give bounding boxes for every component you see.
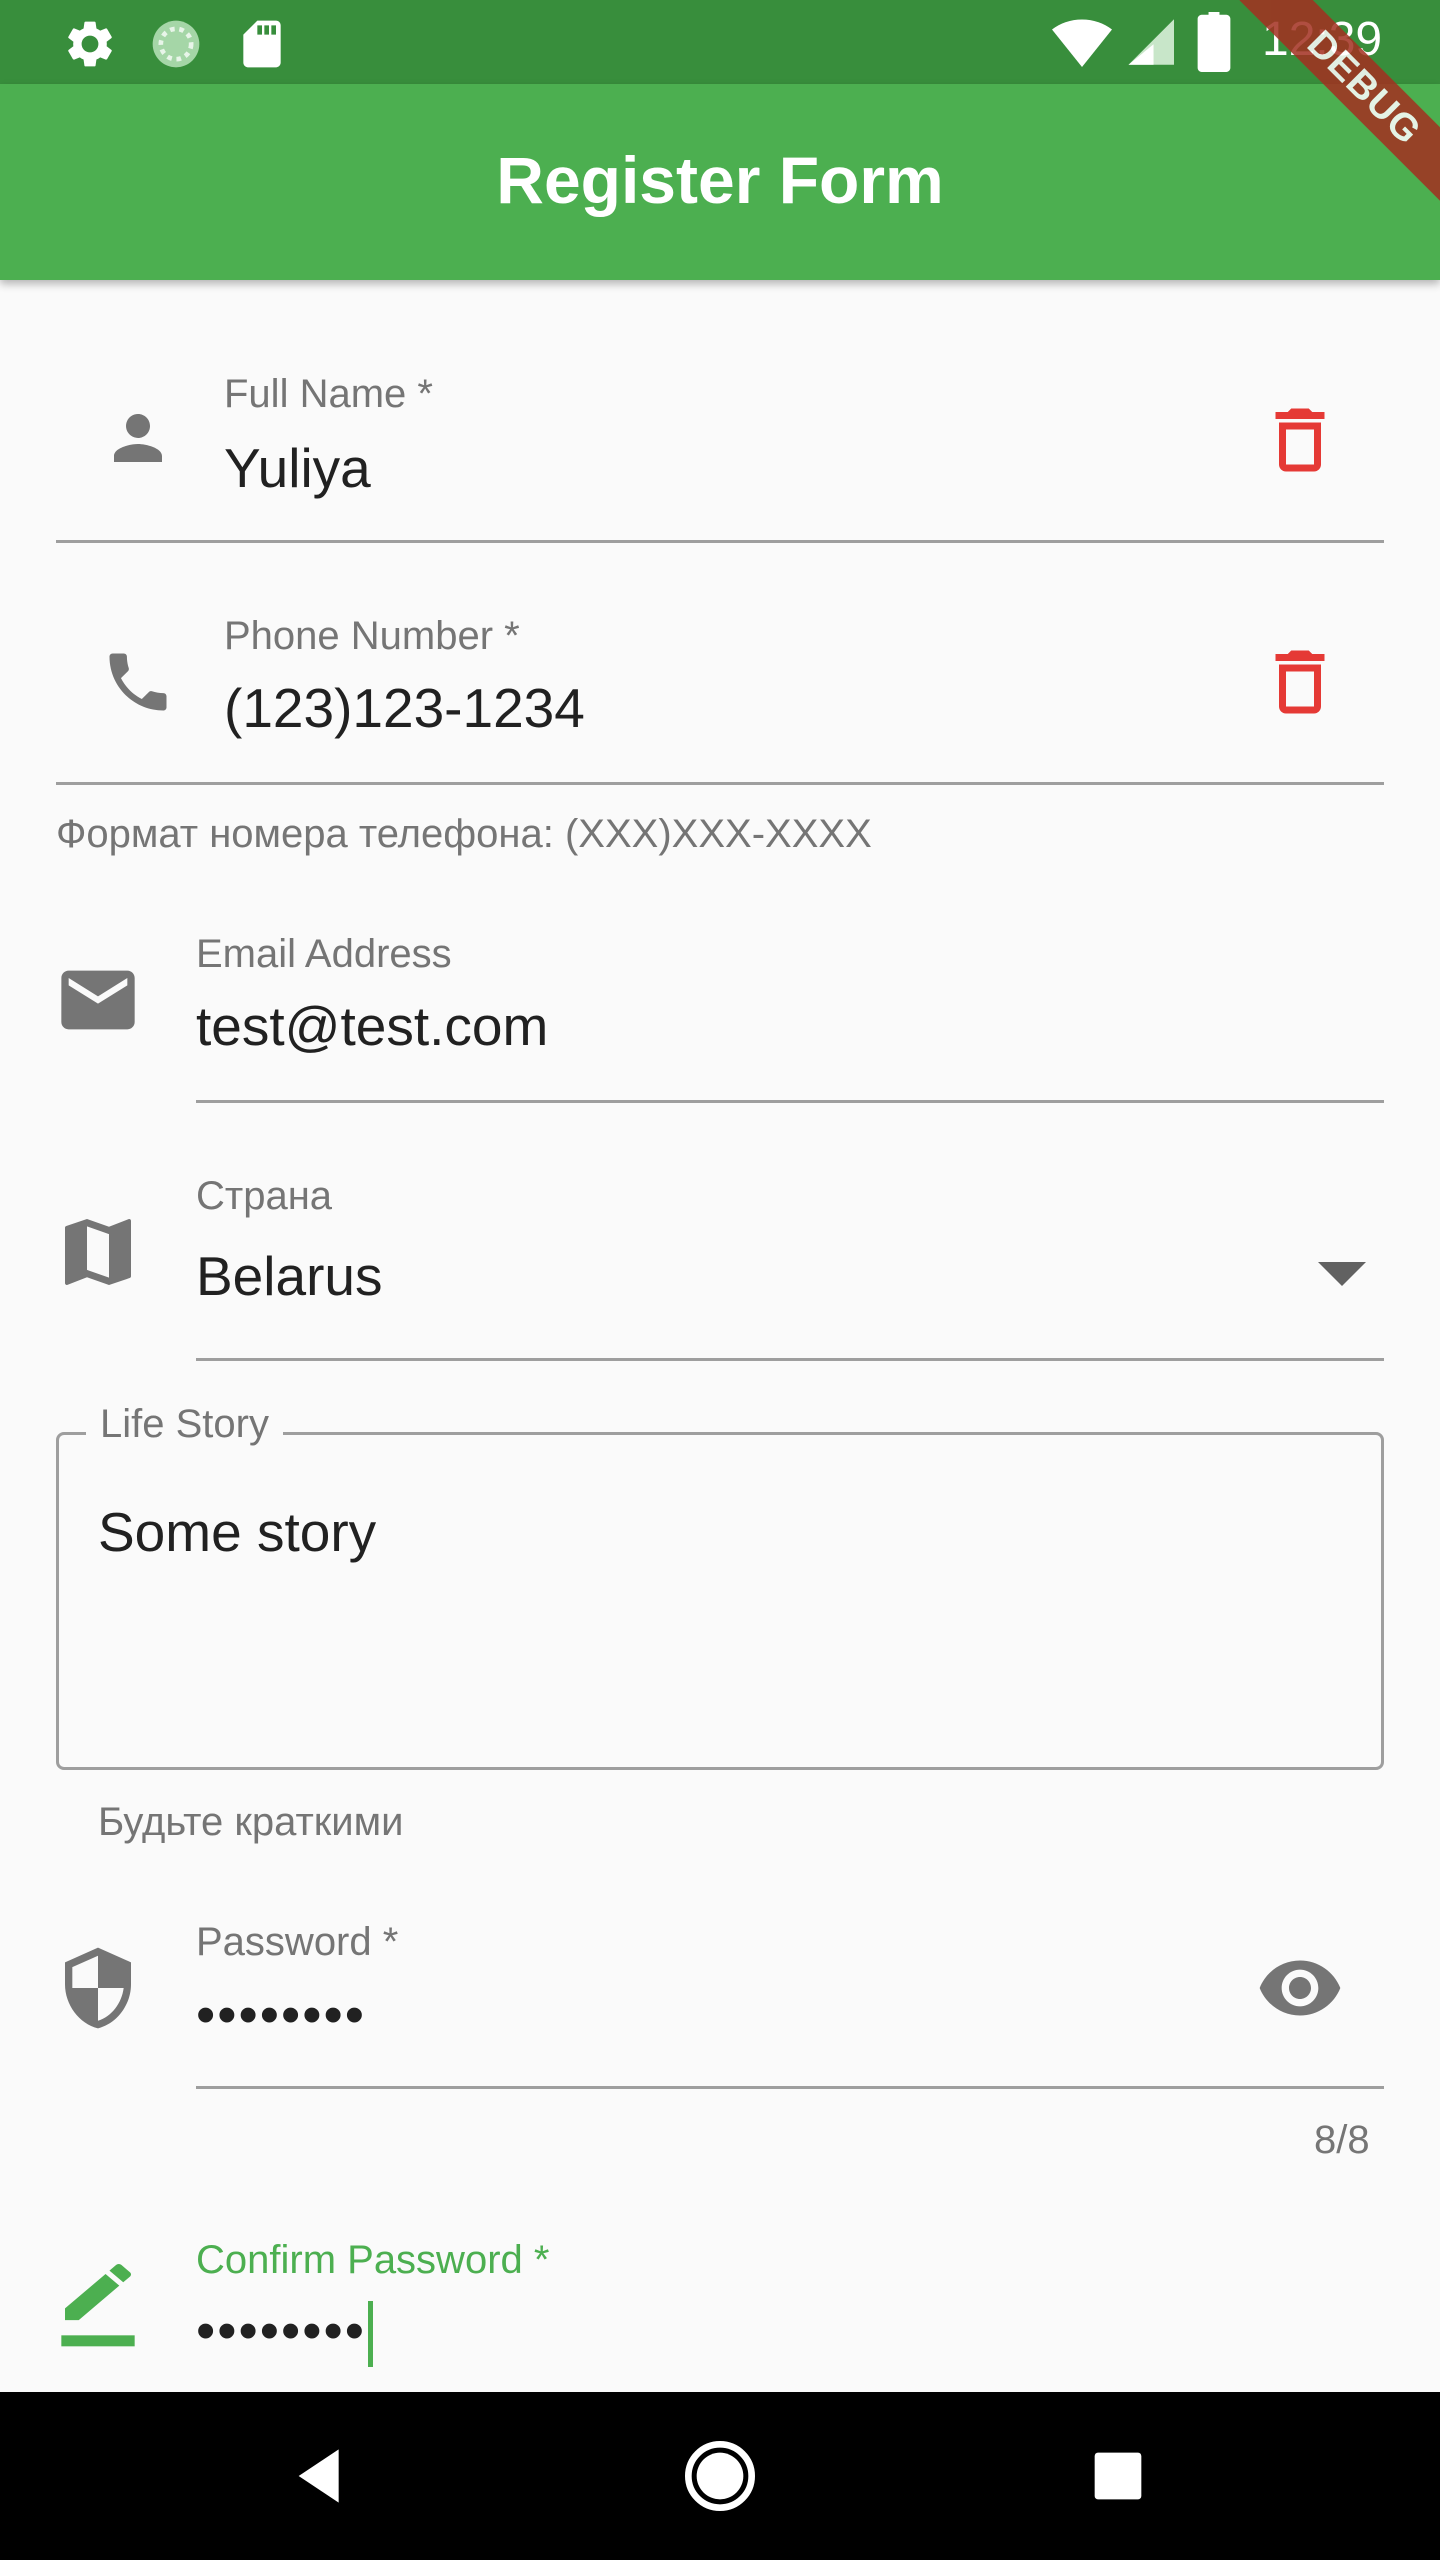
eye-icon[interactable] bbox=[1256, 1944, 1344, 2032]
confirm-password-value: •••••••• bbox=[196, 2299, 367, 2361]
full-name-input[interactable]: Yuliya bbox=[224, 436, 371, 500]
email-input[interactable]: test@test.com bbox=[196, 994, 548, 1058]
password-label: Password * bbox=[196, 1920, 399, 1964]
life-story-helper-text: Будьте краткими bbox=[98, 1800, 404, 1844]
country-underline bbox=[196, 1358, 1384, 1361]
delete-icon[interactable] bbox=[1258, 640, 1342, 724]
email-underline bbox=[196, 1100, 1384, 1103]
status-bar: 12:39 bbox=[0, 0, 1440, 84]
shield-icon bbox=[65, 1947, 131, 2029]
sync-icon bbox=[152, 20, 200, 68]
password-input[interactable]: •••••••• bbox=[196, 1982, 366, 2046]
edit-icon bbox=[61, 2264, 135, 2347]
password-counter: 8/8 bbox=[1314, 2118, 1370, 2162]
battery-icon bbox=[1197, 12, 1231, 72]
password-underline bbox=[196, 2086, 1384, 2089]
navigation-bar bbox=[0, 2392, 1440, 2560]
phone-input[interactable]: (123)123-1234 bbox=[224, 676, 585, 740]
life-story-textarea[interactable] bbox=[56, 1432, 1384, 1770]
phone-label: Phone Number * bbox=[224, 614, 520, 658]
back-icon[interactable] bbox=[282, 2436, 362, 2516]
country-label: Страна bbox=[196, 1174, 333, 1218]
settings-icon bbox=[68, 21, 112, 67]
confirm-password-input[interactable]: •••••••• bbox=[196, 2298, 374, 2368]
app-bar: Register Form bbox=[0, 84, 1440, 280]
sd-card-icon bbox=[243, 20, 281, 68]
chevron-down-icon[interactable] bbox=[1318, 1262, 1366, 1292]
signal-icon bbox=[1128, 19, 1174, 65]
confirm-password-label: Confirm Password * bbox=[196, 2238, 550, 2282]
full-name-underline bbox=[56, 540, 1384, 543]
phone-icon bbox=[109, 653, 167, 711]
email-icon bbox=[61, 970, 135, 1030]
delete-icon[interactable] bbox=[1258, 398, 1342, 482]
home-icon[interactable] bbox=[680, 2436, 760, 2516]
phone-helper-text: Формат номера телефона: (XXX)XXX-XXXX bbox=[56, 812, 872, 856]
email-label: Email Address bbox=[196, 932, 452, 976]
phone-underline bbox=[56, 782, 1384, 785]
person-icon bbox=[114, 414, 162, 462]
clock: 12:39 bbox=[1262, 13, 1383, 66]
country-select[interactable]: Belarus bbox=[196, 1244, 382, 1308]
map-icon bbox=[65, 1219, 131, 1285]
page-title: Register Form bbox=[496, 143, 944, 217]
full-name-label: Full Name * bbox=[224, 372, 433, 416]
recents-icon[interactable] bbox=[1078, 2436, 1158, 2516]
life-story-label: Life Story bbox=[86, 1402, 283, 1447]
text-cursor bbox=[368, 2301, 374, 2368]
life-story-value[interactable]: Some story bbox=[98, 1500, 376, 1564]
wifi-icon bbox=[1052, 19, 1112, 67]
